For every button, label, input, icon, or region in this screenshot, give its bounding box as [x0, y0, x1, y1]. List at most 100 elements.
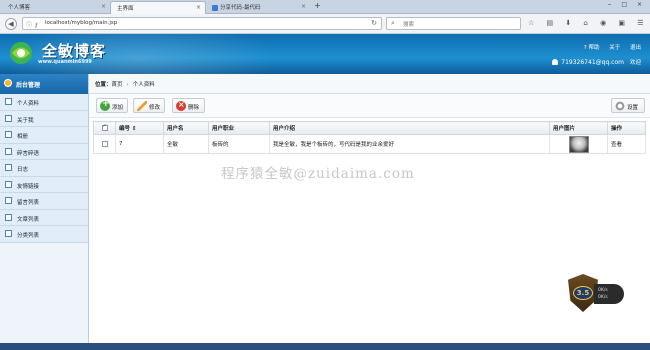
breadcrumb-home[interactable]: 首页 [112, 82, 123, 88]
column-header-intro: 用户介绍 [269, 121, 550, 135]
exit-link[interactable]: 退出 [630, 45, 641, 51]
edit-button[interactable]: 修改 [133, 98, 165, 113]
favicon-icon [212, 4, 218, 11]
breadcrumb: 位置：首页 › 个人资料 [89, 74, 650, 94]
sidebar-item-profile[interactable]: 个人资料 [0, 94, 88, 111]
breadcrumb-current: 个人资料 [132, 82, 155, 88]
window-controls[interactable]: ‒ □ × [608, 1, 646, 8]
list-icon [5, 180, 12, 188]
sidebar-item-label: 关于我 [17, 117, 34, 124]
reload-icon[interactable]: ↻ [371, 19, 377, 27]
url-bar[interactable]: ⓘ ⚷ localhost/myblog/main.jsp ↻ [22, 17, 382, 30]
cell-id: 7 [115, 134, 164, 154]
list-icon [5, 147, 12, 155]
help-link[interactable]: ? 帮助 [584, 45, 600, 51]
action-toolbar: 添加 修改 删除 设置 [89, 94, 650, 118]
select-all-checkbox[interactable] [93, 121, 116, 135]
close-icon[interactable]: × [301, 3, 306, 10]
add-button[interactable]: 添加 [96, 98, 128, 113]
taskbar [0, 343, 650, 350]
sidebar-item-messages[interactable]: 留言列表 [0, 193, 88, 210]
logo-subtitle: www.quanmin6999 [38, 59, 92, 65]
table-row[interactable]: 7 全敏 板砖的 我是全敏，我是个板砖的，写代码是我的业余爱好 查看 [93, 134, 646, 154]
back-button[interactable]: ◀ [5, 18, 17, 30]
settings-button[interactable]: 设置 [611, 98, 645, 113]
badge-level: 3.5 [573, 286, 593, 300]
pencil-icon [137, 101, 147, 111]
url-text: localhost/myblog/main.jsp [45, 20, 118, 26]
delete-button[interactable]: 删除 [172, 98, 205, 113]
logo-text: 全敏博客 [42, 42, 107, 60]
cell-photo [549, 134, 608, 154]
column-header-photo: 用户图片 [549, 121, 608, 135]
column-header-id[interactable]: 编号 ⇕ [115, 121, 164, 135]
sidebar-item-label: 碎言碎语 [17, 150, 40, 157]
watermark: 程序猿全敏@zuidaima.com [221, 166, 415, 182]
tab-personal-blog[interactable]: 个人博客 × [2, 1, 110, 14]
browser-nav-bar: ◀ ⓘ ⚷ localhost/myblog/main.jsp ↻ ⌕ 搜索 ☆… [0, 14, 650, 34]
download-speed: 0K/s [598, 295, 608, 300]
sidebar-item-log[interactable]: 日志 [0, 160, 88, 177]
row-checkbox[interactable] [101, 140, 108, 147]
sidebar-title-label: 后台管理 [16, 82, 41, 89]
list-icon [5, 230, 12, 237]
logo-icon [10, 42, 32, 64]
sidebar-item-articles[interactable]: 文章列表 [0, 209, 88, 226]
sidebar-item-links[interactable]: 友情链接 [0, 176, 88, 193]
settings-icon [4, 79, 12, 87]
delete-label: 删除 [188, 105, 200, 111]
user-icon [552, 59, 559, 65]
app-header: 全敏博客 www.quanmin6999 ? 帮助 关于 退出 71932674… [0, 34, 650, 74]
user-info: 719326741@qq.com 欢迎 [552, 58, 641, 66]
site-info-icon[interactable]: ⓘ ⚷ [26, 20, 38, 29]
close-icon[interactable]: × [101, 3, 106, 10]
browser-tab-bar: 个人博客 × 主界面 × 分享代码-最代码 × + ‒ □ × [0, 0, 650, 14]
tab-label: 分享代码-最代码 [220, 5, 261, 11]
sidebar-item-notes[interactable]: 碎言碎语 [0, 143, 88, 160]
user-table: 编号 ⇕ 用户名 用户职业 用户介绍 用户图片 操作 7 全敏 板砖的 我是全敏… [93, 121, 646, 154]
checkbox[interactable] [101, 124, 108, 131]
avatar [568, 135, 589, 153]
sidebar-item-album[interactable]: 相册 [0, 127, 88, 144]
settings-label: 设置 [627, 105, 639, 111]
column-header-job: 用户职业 [208, 121, 270, 135]
tab-main[interactable]: 主界面 × [110, 1, 206, 14]
close-icon[interactable]: × [196, 4, 201, 11]
breadcrumb-separator: › [126, 82, 129, 88]
about-link[interactable]: 关于 [609, 45, 620, 51]
row-checkbox-cell[interactable] [93, 134, 116, 154]
sidebar-item-about[interactable]: 关于我 [0, 110, 88, 127]
view-link[interactable]: 查看 [607, 134, 646, 154]
breadcrumb-label: 位置： [95, 82, 112, 88]
sidebar-title[interactable]: 后台管理 [0, 74, 88, 94]
help-label: 帮助 [588, 45, 600, 51]
sidebar-item-label: 相册 [17, 134, 29, 140]
add-icon [100, 99, 110, 111]
speed-stats: 0K/s 0K/s [594, 284, 624, 304]
column-header-name: 用户名 [163, 121, 209, 135]
upload-speed: 0K/s [598, 288, 608, 293]
browser-toolbar-icons[interactable]: ☆ ▤ ⬇ ⌂ ◉ ▣ ☰ [528, 19, 649, 27]
new-tab-button[interactable]: + [314, 1, 321, 10]
gear-icon [615, 101, 625, 111]
cell-job: 板砖的 [208, 134, 270, 154]
welcome-label: 欢迎 [629, 60, 641, 66]
user-email: 719326741@qq.com [561, 59, 624, 66]
tab-label: 个人博客 [8, 5, 31, 11]
document-icon [5, 114, 12, 122]
sidebar: 后台管理 个人资料 关于我 相册 碎言碎语 日志 友情链接 留言列表 文章列表 … [0, 74, 89, 350]
sidebar-item-label: 分类列表 [17, 233, 40, 239]
list-icon [5, 197, 12, 204]
tab-share-code[interactable]: 分享代码-最代码 × [206, 1, 310, 14]
tab-label: 主界面 [117, 6, 134, 12]
speed-badge-widget[interactable]: 3.5 0K/s 0K/s [564, 268, 644, 322]
sidebar-item-label: 文章列表 [17, 216, 40, 223]
profile-icon [5, 98, 12, 105]
sidebar-item-label: 友情链接 [17, 183, 40, 190]
sidebar-item-categories[interactable]: 分类列表 [0, 226, 88, 243]
list-icon [5, 213, 12, 221]
search-icon: ⌕ [391, 19, 395, 27]
add-label: 添加 [112, 105, 124, 111]
header-links: ? 帮助 关于 退出 [576, 43, 641, 51]
search-input[interactable]: ⌕ 搜索 [386, 17, 521, 30]
